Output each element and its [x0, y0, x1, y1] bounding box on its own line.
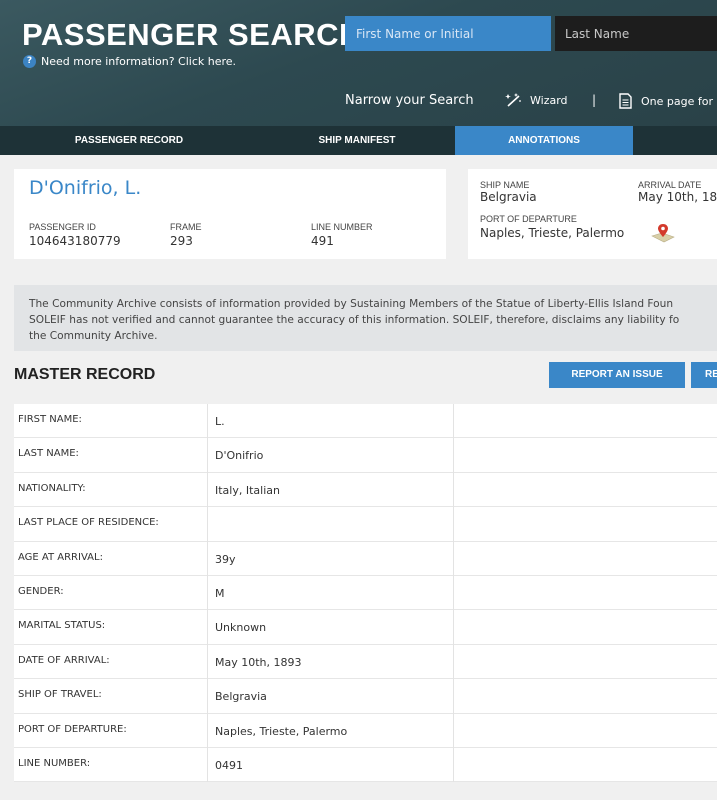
table-row: PORT OF DEPARTURE: Naples, Trieste, Paler…	[14, 714, 717, 748]
frame-value: 293	[170, 234, 193, 248]
map-pin-icon[interactable]	[650, 222, 676, 244]
tab-passenger-record[interactable]: PASSENGER RECORD	[0, 126, 258, 155]
row-value: May 10th, 1893	[215, 655, 302, 669]
first-name-input[interactable]	[345, 16, 551, 51]
row-label: MARITAL STATUS:	[18, 620, 106, 632]
link-separator: |	[592, 93, 597, 107]
table-row: DATE OF ARRIVAL: May 10th, 1893	[14, 645, 717, 680]
site-header: PASSENGER SEARCH ? Need more information…	[0, 0, 717, 126]
notice-line-2: SOLEIF has not verified and cannot guara…	[29, 314, 680, 326]
row-label: GENDER:	[18, 585, 64, 597]
passenger-card: D'Onifrio, L. PASSENGER ID 104643180779 …	[14, 169, 446, 259]
one-page-label: One page for	[641, 94, 713, 108]
passenger-id-label: PASSENGER ID	[29, 222, 96, 232]
master-record-table: FIRST NAME: L. LAST NAME: D'Onifrio NATION…	[14, 404, 717, 783]
row-label: LINE NUMBER:	[18, 757, 91, 769]
table-row: MARITAL STATUS: Unknown	[14, 610, 717, 645]
notice-line-1: The Community Archive consists of inform…	[29, 298, 674, 310]
table-row: FIRST NAME: L.	[14, 404, 717, 439]
row-label: AGE AT ARRIVAL:	[18, 551, 103, 563]
frame-label: FRAME	[170, 222, 202, 232]
row-value: D'Onifrio	[215, 449, 264, 463]
table-row: GENDER: M	[14, 576, 717, 611]
table-row: SHIP OF TRAVEL: Belgravia	[14, 679, 717, 714]
wizard-label: Wizard	[530, 93, 568, 107]
ship-card: SHIP NAME Belgravia ARRIVAL DATE May 10t…	[468, 169, 717, 259]
secondary-button[interactable]: RE	[691, 362, 717, 388]
column-divider	[207, 404, 208, 782]
row-label: SHIP OF TRAVEL:	[18, 689, 102, 701]
ship-name-value: Belgravia	[480, 190, 537, 204]
question-icon: ?	[23, 55, 36, 68]
row-label: LAST PLACE OF RESIDENCE:	[18, 517, 159, 529]
table-row: AGE AT ARRIVAL: 39y	[14, 542, 717, 576]
row-value: L.	[215, 415, 225, 428]
table-row: LAST NAME: D'Onifrio	[14, 438, 717, 473]
one-page-link[interactable]: One page for	[619, 93, 713, 109]
help-link[interactable]: ? Need more information? Click here.	[23, 55, 236, 68]
row-label: LAST NAME:	[18, 448, 79, 460]
narrow-search-label: Narrow your Search	[345, 93, 474, 108]
row-value: Italy, Italian	[215, 483, 280, 497]
tab-bar: PASSENGER RECORD SHIP MANIFEST ANNOTATIO…	[0, 126, 717, 155]
row-label: FIRST NAME:	[18, 414, 82, 425]
column-divider	[453, 404, 454, 782]
row-value: Belgravia	[215, 690, 267, 704]
tab-annotations[interactable]: ANNOTATIONS	[455, 126, 633, 155]
page-title: PASSENGER SEARCH	[22, 17, 362, 52]
wizard-link[interactable]: Wizard	[505, 93, 568, 107]
community-archive-notice: The Community Archive consists of inform…	[14, 285, 717, 351]
row-value: 0491	[215, 758, 243, 772]
document-icon	[619, 93, 632, 109]
row-value: M	[215, 586, 225, 600]
port-value: Naples, Trieste, Palermo	[480, 226, 625, 240]
row-label: DATE OF ARRIVAL:	[18, 654, 110, 666]
notice-line-3: the Community Archive.	[29, 330, 158, 342]
row-label: NATIONALITY:	[18, 482, 86, 494]
ship-name-label: SHIP NAME	[480, 180, 530, 190]
table-row: LINE NUMBER: 0491	[14, 748, 717, 783]
row-value: Unknown	[215, 621, 267, 635]
line-number-label: LINE NUMBER	[311, 222, 373, 232]
last-name-input[interactable]	[555, 16, 717, 51]
row-value: 39y	[215, 552, 236, 566]
arrival-date-value: May 10th, 18	[638, 190, 717, 204]
table-row: LAST PLACE OF RESIDENCE:	[14, 507, 717, 542]
help-link-text: Need more information? Click here.	[41, 55, 237, 68]
magic-wand-icon	[505, 93, 521, 107]
master-record-title: MASTER RECORD	[14, 366, 156, 383]
line-number-value: 491	[311, 234, 334, 248]
table-row: NATIONALITY: Italy, Italian	[14, 473, 717, 508]
report-issue-button[interactable]: REPORT AN ISSUE	[549, 362, 685, 388]
arrival-date-label: ARRIVAL DATE	[638, 180, 702, 190]
passenger-name: D'Onifrio, L.	[29, 177, 142, 199]
row-label: PORT OF DEPARTURE:	[18, 723, 127, 735]
tab-ship-manifest[interactable]: SHIP MANIFEST	[258, 126, 456, 155]
port-label: PORT OF DEPARTURE	[480, 214, 577, 224]
passenger-id-value: 104643180779	[29, 234, 121, 248]
row-value: Naples, Trieste, Palermo	[215, 724, 348, 738]
